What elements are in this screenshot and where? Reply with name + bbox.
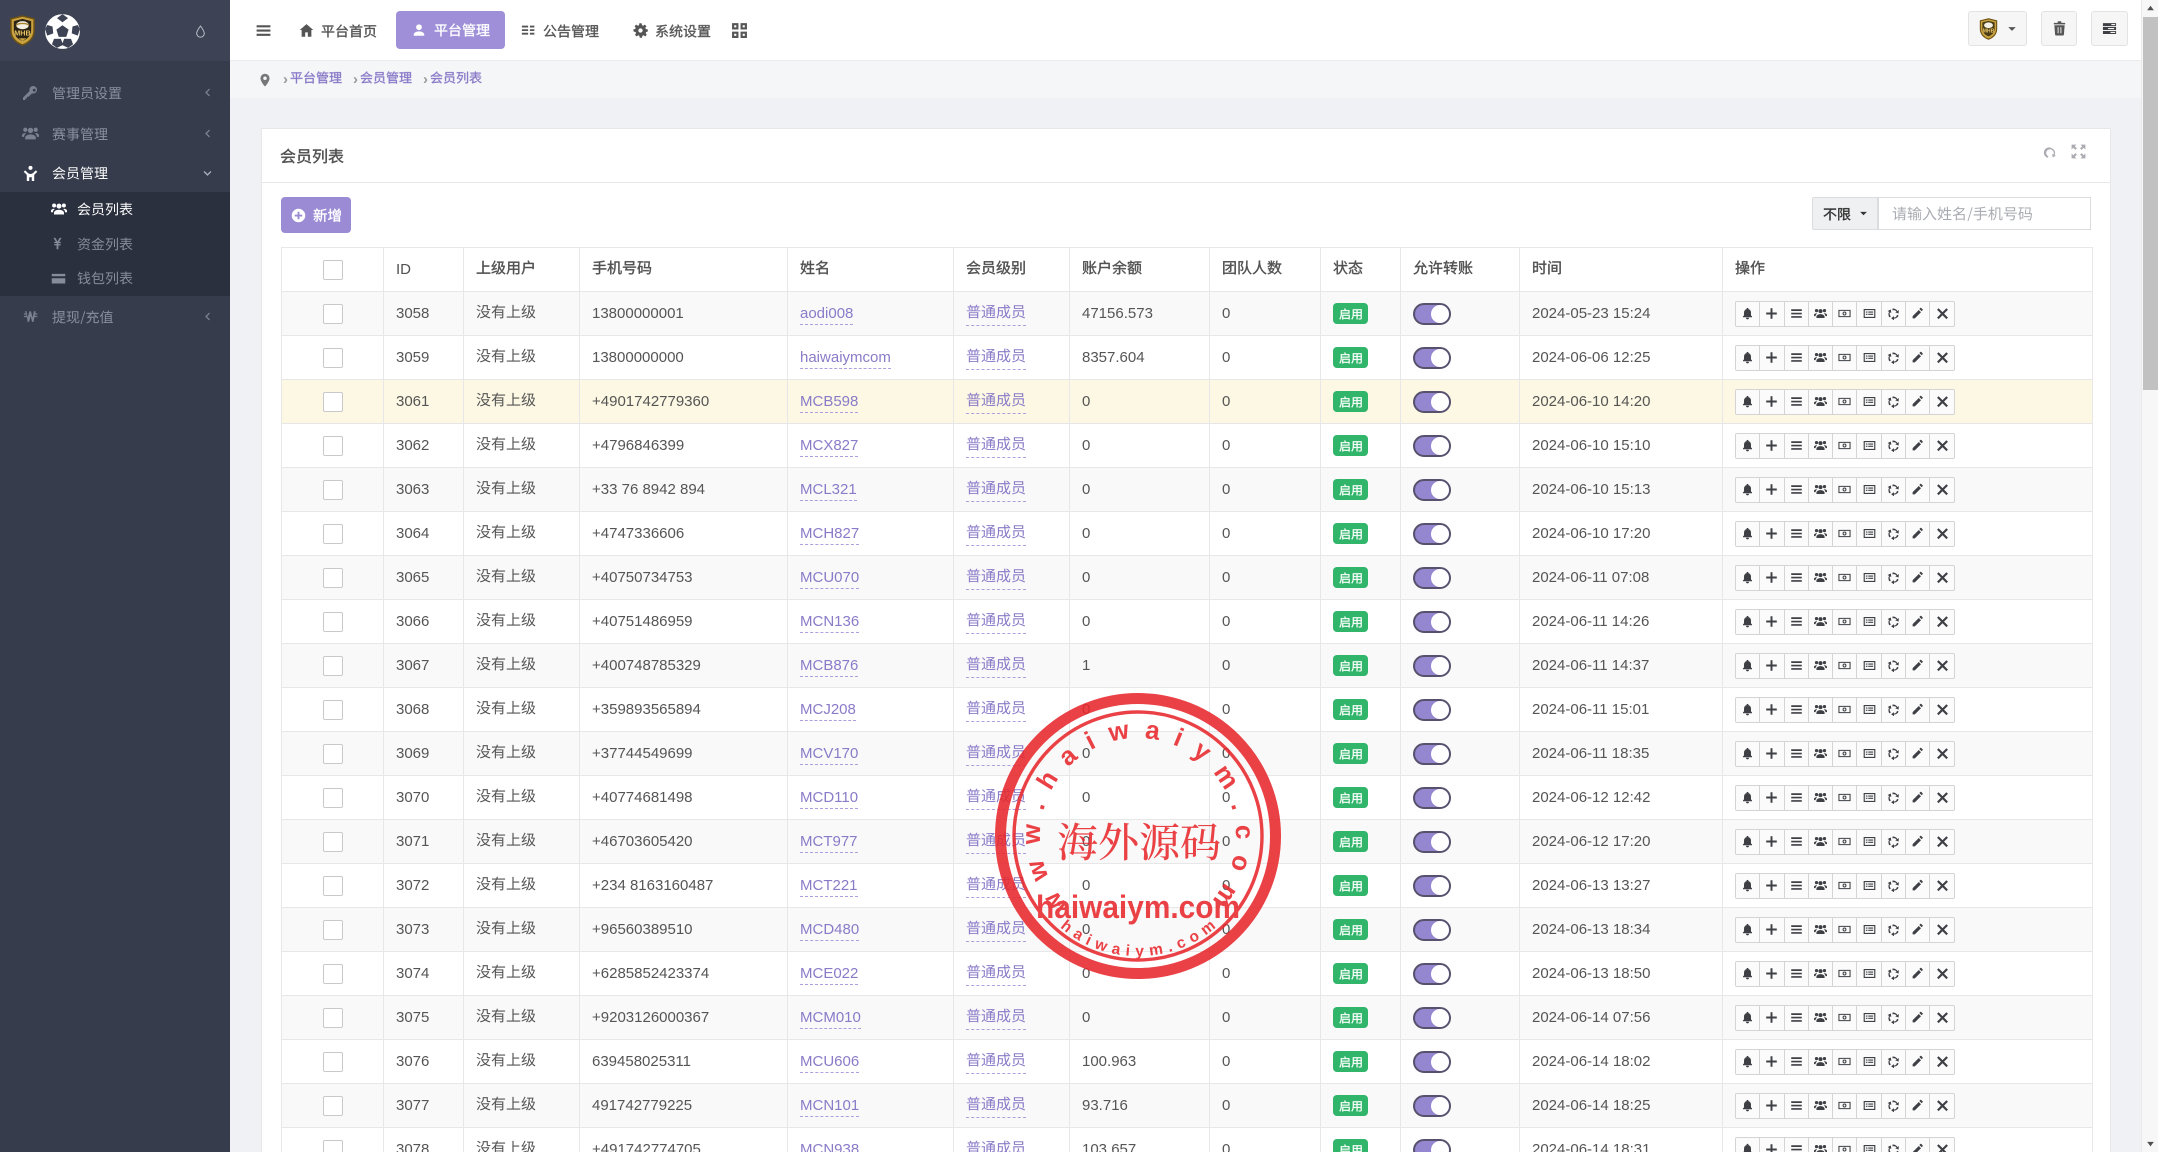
svg-text:MHB: MHB — [1982, 28, 1994, 34]
svg-text:MHB: MHB — [14, 28, 30, 37]
